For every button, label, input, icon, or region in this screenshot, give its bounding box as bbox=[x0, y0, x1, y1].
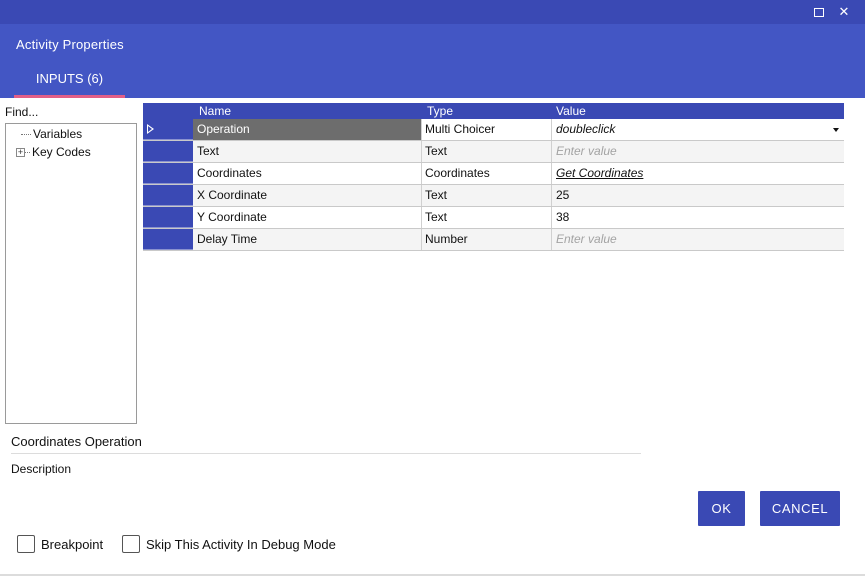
ok-button[interactable]: OK bbox=[698, 491, 745, 526]
description-title: Coordinates Operation bbox=[11, 434, 142, 449]
find-field[interactable]: Find... bbox=[5, 105, 38, 119]
table-row[interactable]: Y Coordinate Text 38 bbox=[143, 207, 844, 229]
column-header-name: Name bbox=[199, 104, 232, 118]
y-coordinate-input[interactable]: 38 bbox=[552, 207, 844, 228]
cell-name: Operation bbox=[193, 119, 422, 140]
tree-connector bbox=[21, 133, 31, 135]
cell-name: Delay Time bbox=[193, 229, 422, 250]
operation-select[interactable]: doubleclick bbox=[552, 119, 844, 140]
tree-item-variables[interactable]: Variables bbox=[6, 126, 82, 142]
checkbox-box[interactable] bbox=[17, 535, 35, 553]
tab-inputs-label: INPUTS (6) bbox=[35, 71, 104, 86]
column-header-value: Value bbox=[556, 104, 586, 118]
cell-type: Text bbox=[422, 141, 552, 162]
checkbox-box[interactable] bbox=[122, 535, 140, 553]
properties-grid: Name Type Value Operation Multi Choicer … bbox=[143, 103, 844, 251]
coordinates-value-cell: Get Coordinates bbox=[552, 163, 844, 184]
dialog-title: Activity Properties bbox=[16, 37, 124, 52]
breakpoint-checkbox[interactable]: Breakpoint bbox=[17, 534, 103, 554]
cell-placeholder: Enter value bbox=[556, 232, 617, 246]
table-row[interactable]: Delay Time Number Enter value bbox=[143, 229, 844, 251]
tree-item-label: Variables bbox=[33, 127, 83, 141]
delay-time-input[interactable]: Enter value bbox=[552, 229, 844, 250]
tree-item-label: Key Codes bbox=[32, 145, 91, 159]
skip-in-debug-checkbox[interactable]: Skip This Activity In Debug Mode bbox=[122, 534, 336, 554]
close-icon[interactable]: ✕ bbox=[835, 3, 853, 21]
text-value-input[interactable]: Enter value bbox=[552, 141, 844, 162]
row-header[interactable] bbox=[143, 185, 193, 206]
divider bbox=[11, 453, 641, 454]
table-row[interactable]: Text Text Enter value bbox=[143, 141, 844, 163]
cell-type: Text bbox=[422, 185, 552, 206]
maximize-icon[interactable] bbox=[810, 3, 828, 21]
table-row[interactable]: Coordinates Coordinates Get Coordinates bbox=[143, 163, 844, 185]
grid-header: Name Type Value bbox=[143, 103, 844, 119]
row-header[interactable] bbox=[143, 141, 193, 162]
title-bar: ✕ bbox=[0, 0, 865, 24]
cell-name: Coordinates bbox=[193, 163, 422, 184]
expand-icon[interactable]: + bbox=[16, 147, 25, 157]
breakpoint-label: Breakpoint bbox=[41, 536, 104, 552]
tree-item-key-codes[interactable]: + Key Codes bbox=[6, 144, 91, 160]
column-header-type: Type bbox=[427, 104, 454, 118]
row-header[interactable] bbox=[143, 163, 193, 184]
current-row-arrow-icon bbox=[147, 124, 154, 134]
cell-type: Text bbox=[422, 207, 552, 228]
cell-type: Multi Choicer bbox=[422, 119, 552, 140]
variable-tree[interactable]: Variables + Key Codes bbox=[5, 123, 137, 424]
skip-in-debug-label: Skip This Activity In Debug Mode bbox=[146, 536, 336, 552]
cell-placeholder: Enter value bbox=[556, 144, 617, 158]
get-coordinates-link[interactable]: Get Coordinates bbox=[556, 166, 643, 180]
tree-connector bbox=[25, 151, 30, 153]
table-row[interactable]: Operation Multi Choicer doubleclick bbox=[143, 119, 844, 141]
row-header[interactable] bbox=[143, 119, 193, 140]
x-coordinate-input[interactable]: 25 bbox=[552, 185, 844, 206]
row-header[interactable] bbox=[143, 229, 193, 250]
cell-name: Text bbox=[193, 141, 422, 162]
tab-active-indicator bbox=[14, 95, 125, 98]
cell-name: Y Coordinate bbox=[193, 207, 422, 228]
cell-name: X Coordinate bbox=[193, 185, 422, 206]
table-row[interactable]: X Coordinate Text 25 bbox=[143, 185, 844, 207]
dialog-header: Activity Properties INPUTS (6) bbox=[0, 24, 865, 98]
tab-inputs[interactable]: INPUTS (6) bbox=[14, 66, 125, 98]
cell-value: doubleclick bbox=[556, 122, 616, 136]
cell-type: Coordinates bbox=[422, 163, 552, 184]
cancel-button[interactable]: CANCEL bbox=[760, 491, 840, 526]
description-text: Description bbox=[11, 462, 72, 476]
cell-type: Number bbox=[422, 229, 552, 250]
row-header[interactable] bbox=[143, 207, 193, 228]
dropdown-arrow-icon[interactable] bbox=[833, 128, 839, 132]
